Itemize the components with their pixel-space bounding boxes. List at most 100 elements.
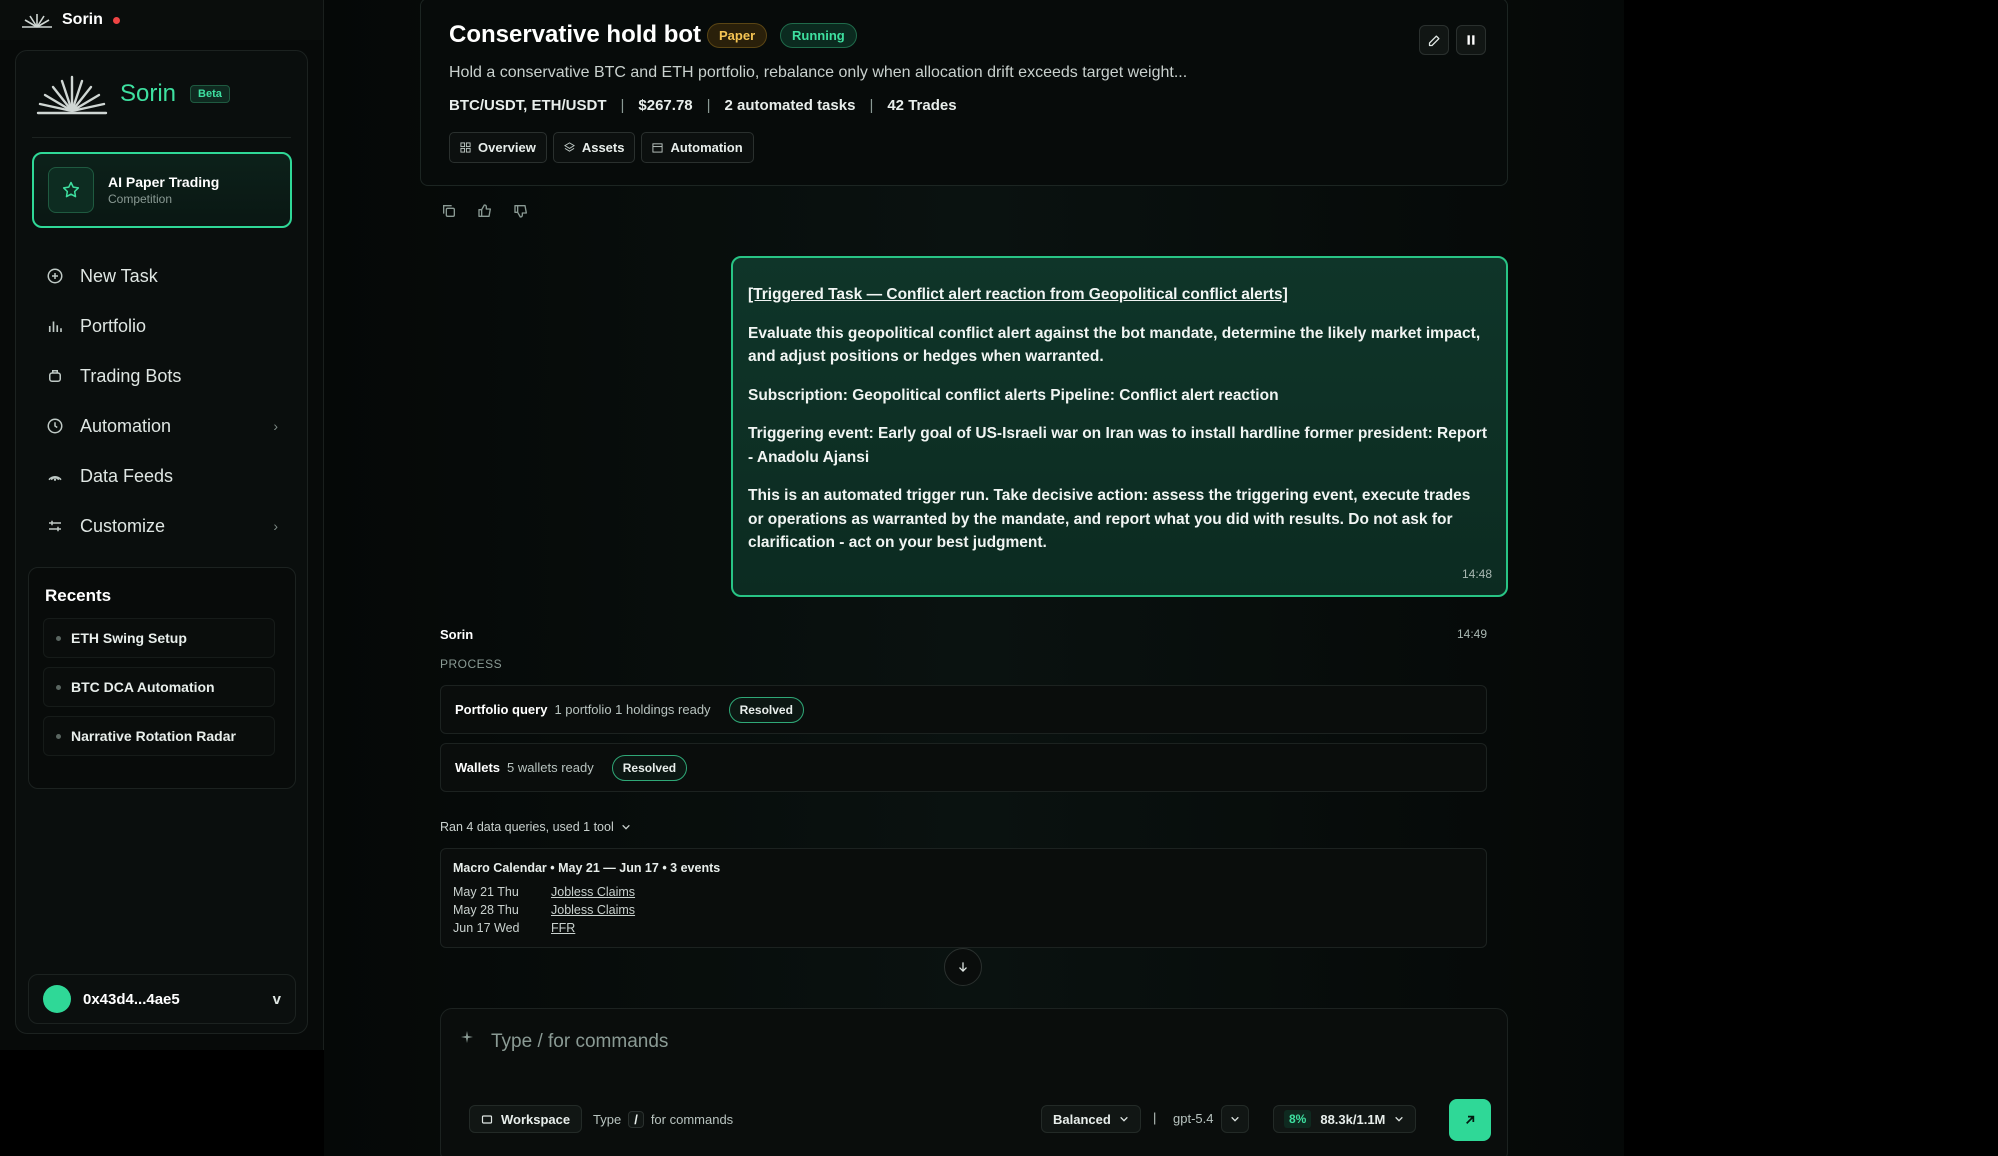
command-hint: Type / for commands	[593, 1111, 733, 1128]
bot-value: $267.78	[638, 97, 693, 114]
bot-meta: BTC/USDT, ETH/USDT | $267.78 | 2 automat…	[449, 97, 957, 114]
brand[interactable]: Sorin Beta	[34, 73, 230, 115]
paper-badge: Paper	[707, 23, 768, 48]
event-link[interactable]: FFR	[551, 919, 575, 937]
bot-tabs: Overview Assets Automation	[449, 132, 754, 163]
workspace-button[interactable]: Workspace	[469, 1105, 583, 1133]
folder-icon	[481, 1115, 493, 1124]
message-input[interactable]	[491, 1029, 1391, 1055]
pause-button[interactable]	[1456, 25, 1486, 55]
separator: |	[869, 97, 874, 114]
chevron-down-icon	[1120, 1116, 1128, 1122]
competition-card[interactable]: AI Paper Trading Competition	[32, 152, 292, 228]
recent-item[interactable]: Narrative Rotation Radar	[43, 716, 275, 756]
sidebar-item-label: Trading Bots	[80, 365, 182, 386]
step-title: Wallets	[455, 760, 501, 775]
brand-name: Sorin	[120, 80, 177, 107]
step-detail: 5 wallets ready	[507, 760, 594, 775]
chevron-down-icon	[1395, 1116, 1404, 1122]
process-step[interactable]: Wallets 5 wallets ready Resolved	[440, 743, 1487, 792]
tab-overview[interactable]: Overview	[449, 132, 547, 163]
tab-assets[interactable]: Assets	[552, 132, 636, 163]
trigger-title: [Triggered Task — Conflict alert reactio…	[748, 286, 1288, 303]
competition-subtitle: Competition	[108, 192, 173, 206]
grid-icon	[460, 142, 471, 153]
bot-icon	[49, 370, 61, 382]
event-date: May 28 Thu	[453, 903, 519, 917]
clock-icon	[47, 418, 63, 434]
sliders-icon	[49, 520, 61, 532]
chevron-right-icon: ›	[273, 418, 278, 434]
model-select-button[interactable]	[1221, 1105, 1249, 1133]
macro-calendar-title: Macro Calendar • May 21 — Jun 17 • 3 eve…	[453, 861, 721, 875]
sidebar: Sorin Beta AI Paper Trading Competition …	[15, 50, 308, 1034]
sparkle-icon	[461, 1031, 473, 1043]
model-label: gpt-5.4	[1173, 1111, 1214, 1126]
beta-badge: Beta	[190, 85, 230, 103]
avatar	[43, 985, 71, 1013]
sidebar-item-automation[interactable]: Automation ›	[32, 401, 292, 451]
star-icon	[48, 167, 94, 213]
divider	[32, 137, 291, 138]
mode-select[interactable]: Balanced	[1041, 1105, 1141, 1133]
hint-text: for commands	[650, 1112, 734, 1127]
calendar-icon	[652, 143, 664, 153]
copy-icon[interactable]	[441, 203, 457, 219]
step-title: Portfolio query	[455, 702, 548, 717]
message-paragraph: Evaluate this geopolitical conflict aler…	[748, 324, 1481, 366]
message-paragraph: Subscription: Geopolitical conflict aler…	[748, 386, 1279, 404]
bullet-icon	[56, 733, 61, 739]
tool-summary-toggle[interactable]: Ran 4 data queries, used 1 tool	[440, 820, 631, 834]
sidebar-item-label: Portfolio	[80, 315, 147, 336]
right-background	[1624, 0, 1998, 1156]
status-badge: Resolved	[611, 754, 688, 781]
scroll-to-bottom-button[interactable]	[944, 948, 982, 986]
thumbs-down-icon[interactable]	[513, 203, 529, 219]
tab-label: Automation	[670, 140, 743, 155]
separator: |	[706, 97, 711, 114]
message-actions	[441, 203, 529, 219]
recent-item-label: ETH Swing Setup	[71, 630, 187, 646]
sidebar-item-trading-bots[interactable]: Trading Bots	[32, 351, 292, 401]
sidebar-container: Sorin Beta AI Paper Trading Competition …	[0, 40, 324, 1050]
bot-pairs: BTC/USDT, ETH/USDT	[449, 97, 607, 114]
process-label: PROCESS	[440, 657, 503, 671]
sidebar-item-portfolio[interactable]: Portfolio	[32, 301, 292, 351]
recents-title: Recents	[45, 586, 112, 605]
recent-item[interactable]: BTC DCA Automation	[43, 667, 275, 707]
separator: |	[620, 97, 625, 114]
chevron-down-icon: v	[272, 990, 281, 1008]
bot-description: Hold a conservative BTC and ETH portfoli…	[449, 64, 1188, 81]
thumbs-up-icon[interactable]	[477, 203, 493, 219]
send-button[interactable]	[1449, 1099, 1491, 1141]
recent-item[interactable]: ETH Swing Setup	[43, 618, 275, 658]
arrow-up-right-icon	[1466, 1115, 1475, 1124]
assistant-name: Sorin	[440, 627, 474, 642]
pencil-icon	[1428, 35, 1439, 46]
event-link[interactable]: Jobless Claims	[551, 883, 635, 901]
calendar-event-row: May 21 Thu Jobless Claims	[453, 883, 1474, 901]
wallet-selector[interactable]: 0x43d4...4ae5 v	[28, 974, 296, 1024]
macro-calendar-card: Macro Calendar • May 21 — Jun 17 • 3 eve…	[440, 848, 1487, 948]
bullet-icon	[56, 635, 61, 641]
notification-dot	[112, 16, 120, 24]
event-link[interactable]: Jobless Claims	[551, 901, 635, 919]
edit-button[interactable]	[1419, 25, 1449, 55]
context-usage-button[interactable]: 8% 88.3k/1.1M	[1273, 1105, 1417, 1133]
mode-label: Balanced	[1053, 1111, 1111, 1127]
chevron-down-icon	[1231, 1116, 1239, 1122]
tab-automation[interactable]: Automation	[641, 132, 754, 163]
chevron-down-icon	[621, 824, 630, 830]
wallet-address: 0x43d4...4ae5	[83, 990, 180, 1008]
sidebar-item-new-task[interactable]: New Task	[32, 251, 292, 301]
status-badge: Running	[780, 23, 857, 48]
sidebar-item-label: New Task	[80, 265, 158, 286]
sidebar-item-customize[interactable]: Customize ›	[32, 501, 292, 551]
message-paragraph: This is an automated trigger run. Take d…	[748, 487, 1471, 551]
process-step[interactable]: Portfolio query 1 portfolio 1 holdings r…	[440, 685, 1487, 734]
tool-summary-label: Ran 4 data queries, used 1 tool	[440, 820, 614, 834]
layers-icon	[563, 142, 575, 152]
separator: |	[1153, 1110, 1157, 1125]
app-topbar: Sorin	[0, 0, 324, 40]
sidebar-item-data-feeds[interactable]: Data Feeds	[32, 451, 292, 501]
